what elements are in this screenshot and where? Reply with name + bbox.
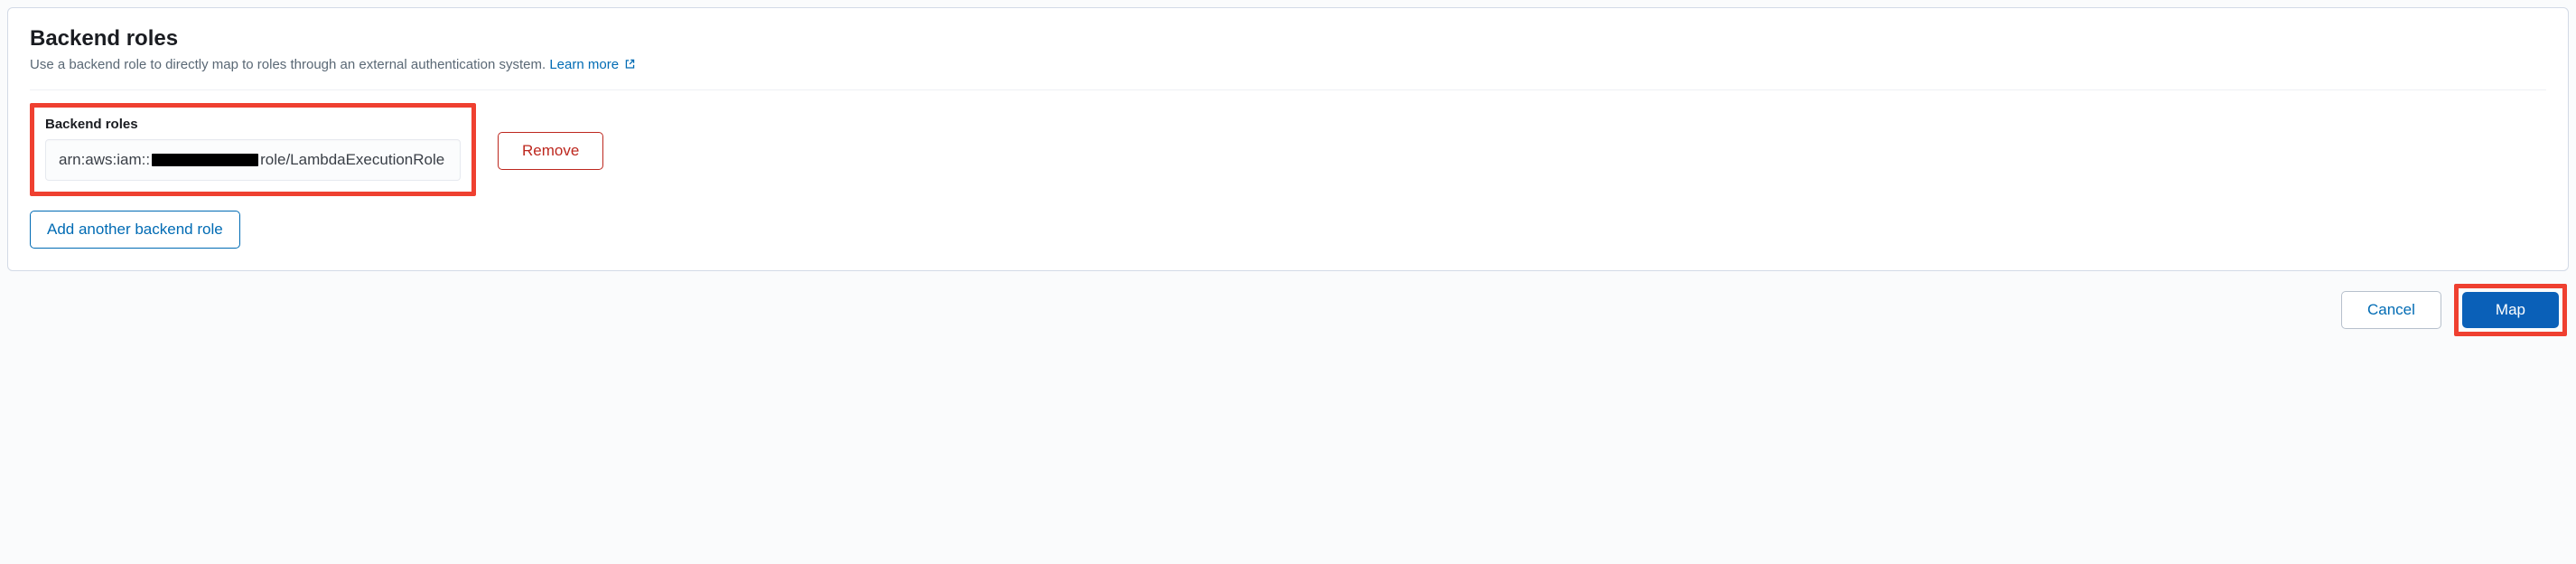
divider bbox=[30, 89, 2546, 90]
role-value-suffix: role/LambdaExecutionRole bbox=[260, 151, 444, 169]
highlight-map-button: Map bbox=[2454, 284, 2567, 336]
field-label: Backend roles bbox=[45, 117, 461, 132]
panel-description-text: Use a backend role to directly map to ro… bbox=[30, 57, 546, 72]
panel-title: Backend roles bbox=[30, 26, 2546, 52]
role-row: Backend roles arn:aws:iam::role/LambdaEx… bbox=[30, 103, 2546, 196]
backend-roles-panel: Backend roles Use a backend role to dire… bbox=[7, 7, 2569, 271]
learn-more-link[interactable]: Learn more bbox=[549, 57, 636, 72]
cancel-button[interactable]: Cancel bbox=[2341, 291, 2441, 329]
highlight-role-input: Backend roles arn:aws:iam::role/LambdaEx… bbox=[30, 103, 476, 196]
backend-role-input[interactable]: arn:aws:iam::role/LambdaExecutionRole bbox=[45, 139, 461, 181]
role-value-prefix: arn:aws:iam:: bbox=[59, 151, 150, 169]
panel-description: Use a backend role to directly map to ro… bbox=[30, 57, 2546, 73]
learn-more-text: Learn more bbox=[549, 57, 619, 72]
remove-button[interactable]: Remove bbox=[498, 132, 603, 170]
add-another-backend-role-button[interactable]: Add another backend role bbox=[30, 211, 240, 249]
redacted-account-id bbox=[152, 154, 258, 166]
map-button[interactable]: Map bbox=[2462, 292, 2559, 328]
external-link-icon bbox=[624, 58, 636, 73]
footer-actions: Cancel Map bbox=[7, 284, 2569, 336]
